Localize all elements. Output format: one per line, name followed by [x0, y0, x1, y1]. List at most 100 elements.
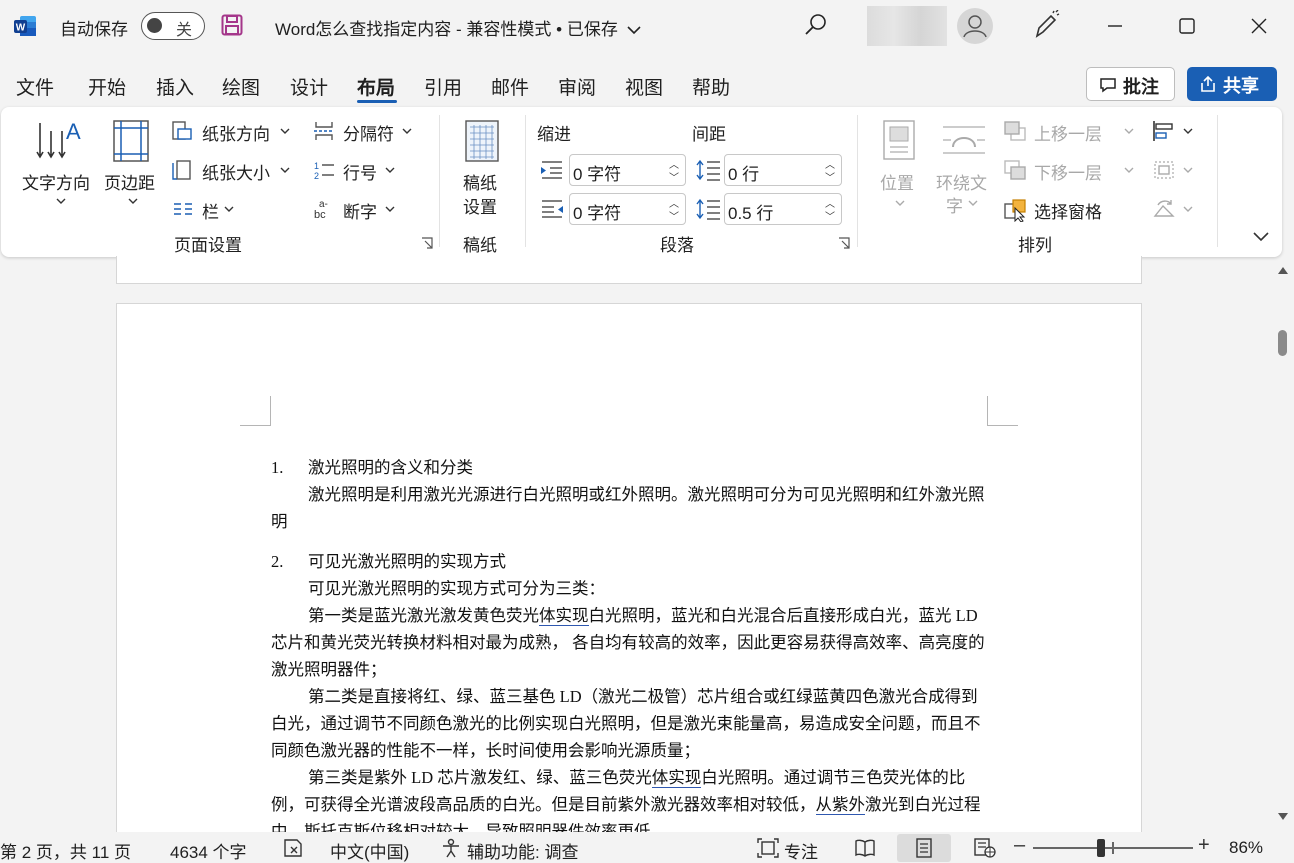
- send-backward-button[interactable]: 下移一层: [1003, 157, 1139, 183]
- spin-down-icon[interactable]: ﹀: [669, 208, 679, 223]
- accessibility-icon[interactable]: [440, 838, 462, 858]
- spacing-after-input[interactable]: 0.5 行 ︿ ﹀: [724, 193, 842, 225]
- svg-text:1: 1: [314, 161, 319, 171]
- align-button[interactable]: [1152, 118, 1198, 144]
- tab-design[interactable]: 设计: [290, 73, 328, 100]
- tab-draw[interactable]: 绘图: [222, 73, 260, 100]
- document-title-text: Word怎么查找指定内容 - 兼容性模式 • 已保存: [275, 20, 618, 39]
- scroll-thumb[interactable]: [1278, 330, 1287, 356]
- web-layout-icon[interactable]: [973, 838, 997, 858]
- read-mode-icon[interactable]: [854, 838, 876, 858]
- word-count[interactable]: 4634 个字: [170, 838, 247, 863]
- previous-page-bottom: [116, 256, 1142, 284]
- tab-home[interactable]: 开始: [88, 73, 126, 100]
- minimize-icon[interactable]: [1099, 10, 1131, 42]
- language-indicator[interactable]: 中文(中国): [330, 838, 409, 863]
- dialog-launcher-icon[interactable]: [838, 237, 850, 249]
- save-icon[interactable]: [220, 13, 244, 37]
- autosave-toggle[interactable]: 关: [141, 12, 205, 40]
- dialog-launcher-icon[interactable]: [421, 237, 433, 249]
- indent-left-input[interactable]: 0 字符 ︿ ﹀: [569, 154, 686, 186]
- zoom-out-button[interactable]: –: [1014, 834, 1025, 857]
- spin-down-icon[interactable]: ﹀: [825, 208, 835, 223]
- spacing-before-icon: [696, 159, 720, 181]
- spacing-before-value: 0 行: [728, 165, 760, 184]
- paragraph: 可见光激光照明的实现方式可分为三类：: [308, 579, 605, 598]
- focus-icon[interactable]: [757, 838, 779, 858]
- chevron-down-icon: [56, 198, 66, 204]
- page-count[interactable]: 第 2 页，共 11 页: [0, 838, 131, 863]
- tab-references[interactable]: 引用: [424, 73, 462, 100]
- spacing-before-input[interactable]: 0 行 ︿ ﹀: [724, 154, 842, 186]
- orientation-icon: [172, 121, 192, 140]
- indent-right-input[interactable]: 0 字符 ︿ ﹀: [569, 193, 686, 225]
- proofing-icon[interactable]: [283, 838, 305, 858]
- active-tab-indicator: [357, 100, 397, 103]
- search-icon[interactable]: [803, 12, 829, 38]
- heading-1-text: 激光照明的含义和分类: [308, 458, 473, 477]
- zoom-slider-thumb[interactable]: [1096, 839, 1105, 857]
- tab-review[interactable]: 审阅: [558, 73, 596, 100]
- text-run: 第三类是紫外 LD 芯片激发红、绿、蓝三色荧光: [308, 768, 652, 787]
- chevron-down-icon: [1183, 128, 1193, 134]
- comment-button[interactable]: 批注: [1086, 67, 1175, 101]
- position-button[interactable]: 位置: [878, 117, 922, 217]
- indent-right-icon: [542, 200, 563, 218]
- rotate-button[interactable]: [1152, 196, 1198, 222]
- spelling-underline-text: 体实现: [651, 768, 702, 788]
- tab-insert[interactable]: 插入: [156, 73, 194, 100]
- manuscript-setup-button[interactable]: 稿纸 设置: [455, 117, 509, 217]
- spacing-after-icon: [696, 198, 720, 220]
- heading-2-text: 可见光激光照明的实现方式: [308, 552, 506, 571]
- focus-label[interactable]: 专注: [784, 838, 818, 863]
- zoom-in-button[interactable]: +: [1198, 834, 1210, 857]
- avatar[interactable]: [957, 8, 993, 44]
- svg-text:W: W: [16, 23, 26, 34]
- document-title[interactable]: Word怎么查找指定内容 - 兼容性模式 • 已保存: [275, 15, 641, 40]
- tab-layout[interactable]: 布局: [357, 73, 395, 100]
- collapse-ribbon-chevron-icon[interactable]: [1252, 230, 1270, 244]
- scroll-up-icon[interactable]: [1277, 265, 1289, 275]
- share-button[interactable]: 共享: [1187, 67, 1277, 101]
- indent-right-value: 0 字符: [573, 204, 622, 223]
- document-body[interactable]: 1. 激光照明的含义和分类 激光照明是利用激光光源进行白光照明或红外照明。激光照明…: [271, 454, 987, 845]
- spin-down-icon[interactable]: ﹀: [825, 169, 835, 184]
- tab-view[interactable]: 视图: [625, 73, 663, 100]
- print-layout-button[interactable]: [897, 834, 951, 862]
- bring-forward-button[interactable]: 上移一层: [1003, 118, 1139, 144]
- accessibility-status[interactable]: 辅助功能: 调查: [467, 838, 578, 863]
- group-separator: [1217, 115, 1218, 247]
- svg-text:bc: bc: [314, 209, 326, 220]
- wrap-text-icon: [943, 126, 985, 154]
- margins-button[interactable]: 页边距: [104, 117, 164, 212]
- columns-icon: [174, 203, 192, 215]
- wrap-text-button[interactable]: 环绕文 字: [936, 117, 994, 217]
- zoom-level[interactable]: 86%: [1229, 838, 1263, 858]
- indent-title: 缩进: [537, 125, 571, 144]
- paragraph: 第一类是蓝光激光激发黄色荧光体实现白光照明，蓝光和白光混合后直接形成白光，蓝光 …: [271, 602, 987, 683]
- chevron-down-icon: [968, 200, 978, 206]
- tab-file[interactable]: 文件: [16, 73, 54, 100]
- vertical-scrollbar[interactable]: [1272, 260, 1294, 832]
- spin-down-icon[interactable]: ﹀: [669, 169, 679, 184]
- designer-pen-icon[interactable]: [1031, 10, 1061, 40]
- selection-pane-icon: [1004, 199, 1026, 222]
- rotate-icon: [1153, 200, 1175, 217]
- word-app-icon: W: [14, 16, 36, 36]
- hyphenation-icon: bca-: [314, 199, 328, 220]
- close-icon[interactable]: [1243, 10, 1275, 42]
- svg-text:A: A: [66, 119, 81, 144]
- group-objects-button[interactable]: [1152, 157, 1198, 183]
- chevron-down-icon: [402, 128, 412, 134]
- breaks-label: 分隔符: [343, 125, 394, 144]
- share-icon: [1201, 75, 1215, 92]
- spelling-underline-text: 从紫外: [815, 795, 865, 815]
- scroll-down-icon[interactable]: [1277, 812, 1289, 822]
- tab-help[interactable]: 帮助: [692, 73, 730, 100]
- page-setup-group-label: 页面设置: [174, 236, 242, 255]
- margins-icon: [113, 120, 149, 162]
- text-direction-button[interactable]: A 文字方向: [22, 117, 100, 212]
- manuscript-setup-label-line1: 稿纸: [463, 174, 497, 193]
- tab-mailings[interactable]: 邮件: [491, 73, 529, 100]
- maximize-icon[interactable]: [1171, 10, 1203, 42]
